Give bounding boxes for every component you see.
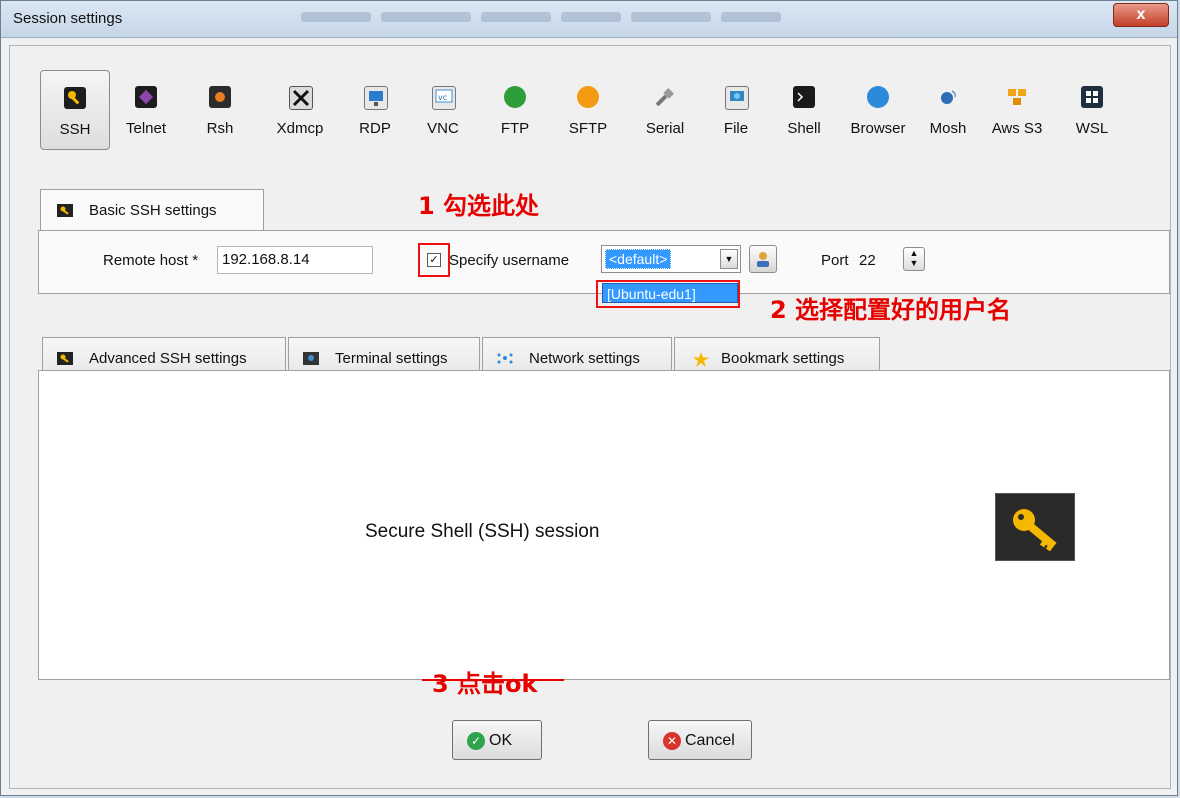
file-monitor-icon <box>725 86 749 110</box>
protocol-telnet[interactable]: Telnet <box>116 70 176 150</box>
arrow-up-icon[interactable]: ▲ <box>910 248 919 258</box>
blurred-tab <box>481 12 551 22</box>
port-label: Port <box>821 252 849 269</box>
big-key-icon <box>995 493 1075 561</box>
annotation-step3: 3 点击ok <box>432 670 538 698</box>
protocol-shell[interactable]: Shell <box>776 70 832 150</box>
tab-label: Basic SSH settings <box>89 202 217 219</box>
protocol-label: SFTP <box>568 120 608 137</box>
protocol-label: WSL <box>1075 120 1109 137</box>
protocol-vnc[interactable]: vc VNC <box>414 70 472 150</box>
chevron-down-icon[interactable]: ▼ <box>720 249 738 269</box>
wsl-windows-icon <box>1081 86 1103 108</box>
annotation-step2: 2 选择配置好的用户名 <box>770 296 1012 324</box>
session-description-panel: Secure Shell (SSH) session <box>38 370 1170 680</box>
aws-s3-icon <box>1006 86 1028 108</box>
protocol-label: RDP <box>359 120 391 137</box>
ssh-key-icon <box>64 87 86 109</box>
ok-button-label: OK <box>489 732 513 749</box>
cancel-x-icon: ✕ <box>663 732 681 750</box>
protocol-rdp[interactable]: RDP <box>346 70 404 150</box>
protocol-ftp[interactable]: FTP <box>486 70 544 150</box>
port-spinner[interactable]: ▲ ▼ <box>903 247 925 271</box>
user-manager-button[interactable] <box>749 245 777 273</box>
protocol-label: Aws S3 <box>991 120 1043 137</box>
browser-globe-icon <box>867 86 889 108</box>
blurred-tab <box>561 12 621 22</box>
mosh-satellite-icon <box>937 86 959 108</box>
session-description: Secure Shell (SSH) session <box>365 521 600 542</box>
blurred-tab <box>721 12 781 22</box>
remote-host-input[interactable]: 192.168.8.14 <box>217 246 373 274</box>
ok-button[interactable]: ✓ OK <box>452 720 542 760</box>
username-combobox[interactable]: <default> ▼ <box>601 245 741 273</box>
shell-terminal-icon <box>793 86 815 108</box>
ftp-globe-icon <box>504 86 526 108</box>
key-icon <box>57 204 73 217</box>
protocol-mosh[interactable]: Mosh <box>920 70 976 150</box>
protocol-sftp[interactable]: SFTP <box>556 70 620 150</box>
protocol-rsh[interactable]: Rsh <box>190 70 250 150</box>
close-icon: x <box>1136 6 1146 23</box>
blurred-tab <box>301 12 371 22</box>
protocol-label: Shell <box>787 120 821 137</box>
protocol-label: File <box>723 120 749 137</box>
vnc-icon: vc <box>432 86 456 110</box>
rdp-monitor-icon <box>364 86 388 110</box>
protocol-label: Mosh <box>929 120 967 137</box>
cancel-button-label: Cancel <box>685 732 735 749</box>
star-icon <box>693 352 709 367</box>
window-title: Session settings <box>13 10 123 27</box>
svg-text:vc: vc <box>438 93 447 102</box>
protocol-label: Xdmcp <box>276 120 324 137</box>
protocol-label: Rsh <box>206 120 234 137</box>
cancel-button[interactable]: ✕ Cancel <box>648 720 752 760</box>
terminal-icon <box>303 352 319 365</box>
protocol-label: Serial <box>645 120 685 137</box>
protocol-xdmcp[interactable]: Xdmcp <box>264 70 336 150</box>
protocol-file[interactable]: File <box>708 70 764 150</box>
serial-plug-icon <box>654 86 676 108</box>
user-icon <box>755 250 773 272</box>
network-icon <box>497 352 513 365</box>
protocol-browser[interactable]: Browser <box>842 70 914 150</box>
tab-label: Bookmark settings <box>721 350 845 367</box>
protocol-wsl[interactable]: WSL <box>1062 70 1122 150</box>
rsh-icon <box>209 86 231 108</box>
close-button[interactable]: x <box>1113 3 1169 27</box>
annotation-underline <box>422 679 564 681</box>
highlight-box-option <box>596 280 740 308</box>
dialog-body: SSH Telnet Rsh Xdmcp RDP vc VNC FTP SFTP… <box>9 45 1171 789</box>
specify-username-label: Specify username <box>449 252 570 269</box>
telnet-icon <box>135 86 157 108</box>
check-icon: ✓ <box>467 732 485 750</box>
protocol-label: Browser <box>850 120 906 137</box>
protocol-label: Telnet <box>125 120 167 137</box>
highlight-box-checkbox <box>418 243 450 277</box>
protocol-label: SSH <box>59 121 91 138</box>
blurred-tab <box>381 12 471 22</box>
tab-label: Network settings <box>529 350 640 367</box>
title-bar: Session settings x <box>1 1 1177 38</box>
protocol-label: FTP <box>500 120 530 137</box>
protocol-label: VNC <box>427 120 459 137</box>
tab-label: Terminal settings <box>335 350 448 367</box>
sftp-globe-icon <box>577 86 599 108</box>
protocol-ssh[interactable]: SSH <box>40 70 110 150</box>
key-icon <box>57 352 73 365</box>
remote-host-label: Remote host * <box>103 252 199 269</box>
session-settings-window: Session settings x SSH Telnet Rsh Xdmcp … <box>0 0 1178 796</box>
blurred-tab <box>631 12 711 22</box>
tab-label: Advanced SSH settings <box>89 350 247 367</box>
tab-basic-ssh-settings[interactable]: Basic SSH settings <box>40 189 264 231</box>
protocol-aws-s3[interactable]: Aws S3 <box>982 70 1052 150</box>
xdmcp-icon <box>289 86 313 110</box>
username-selected-value: <default> <box>605 249 672 269</box>
arrow-down-icon[interactable]: ▼ <box>910 258 919 268</box>
protocol-serial[interactable]: Serial <box>634 70 696 150</box>
port-value[interactable]: 22 <box>859 252 876 269</box>
annotation-step1: 1 勾选此处 <box>418 192 540 220</box>
